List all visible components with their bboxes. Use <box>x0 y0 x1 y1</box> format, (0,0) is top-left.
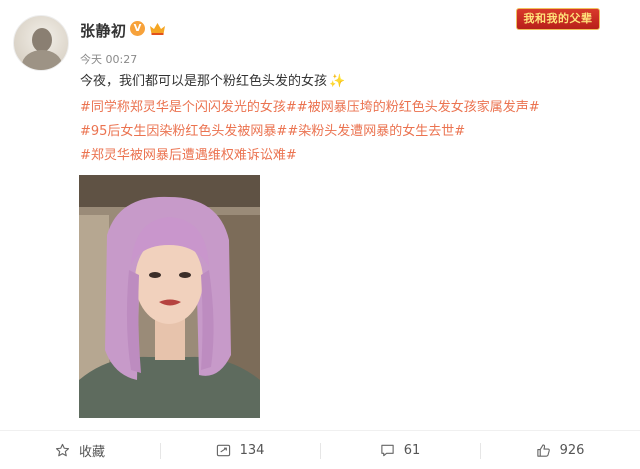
thumbs-up-icon <box>536 444 550 457</box>
comment-button[interactable]: 61 <box>320 431 480 469</box>
action-bar: 收藏 134 61 926 <box>0 430 640 469</box>
repost-count: 134 <box>239 443 265 458</box>
favorite-label: 收藏 <box>78 445 105 460</box>
like-count: 926 <box>559 443 585 458</box>
repost-icon <box>216 444 230 457</box>
favorite-button[interactable]: 收藏 <box>0 431 160 469</box>
topic-banner[interactable]: 我和我的父辈 <box>516 8 600 30</box>
hashtag-link[interactable]: #郑灵华被网暴后遭遇维权难诉讼难# <box>80 148 297 163</box>
verified-badge-icon: V <box>130 21 145 36</box>
like-button[interactable]: 926 <box>480 431 640 469</box>
post-text: 今夜，我们都可以是那个粉红色头发的女孩 <box>80 74 328 89</box>
member-crown-icon <box>150 23 165 35</box>
weibo-post-card: 张静初 V 今天 00:27 我和我的父辈 今夜，我们都可以是那个粉红色头发的女… <box>0 0 640 469</box>
author-avatar[interactable] <box>13 15 69 71</box>
hashtag-link[interactable]: #同学称郑灵华是个闪闪发光的女孩# <box>80 100 297 115</box>
hashtag-link[interactable]: #被网暴压垮的粉红色头发女孩家属发声# <box>297 100 540 115</box>
avatar-body-shape <box>22 50 62 70</box>
post-body: 今夜，我们都可以是那个粉红色头发的女孩 ✨ <box>80 73 345 91</box>
hashtag-link[interactable]: #染粉头发遭网暴的女生去世# <box>287 124 465 139</box>
selfie-illustration <box>79 175 260 418</box>
hashtag-link[interactable]: #95后女生因染粉红色头发被网暴# <box>80 124 287 139</box>
comment-count: 61 <box>403 443 421 458</box>
repost-button[interactable]: 134 <box>160 431 320 469</box>
post-photo[interactable] <box>79 175 260 418</box>
comment-icon <box>381 444 394 457</box>
hashtag-list: #同学称郑灵华是个闪闪发光的女孩##被网暴压垮的粉红色头发女孩家属发声# #95… <box>80 96 620 168</box>
star-icon <box>55 443 70 457</box>
author-name[interactable]: 张静初 <box>80 20 127 41</box>
avatar-head-shape <box>32 28 52 52</box>
sparkle-emoji-icon: ✨ <box>329 74 346 89</box>
post-timestamp[interactable]: 今天 00:27 <box>80 51 137 67</box>
